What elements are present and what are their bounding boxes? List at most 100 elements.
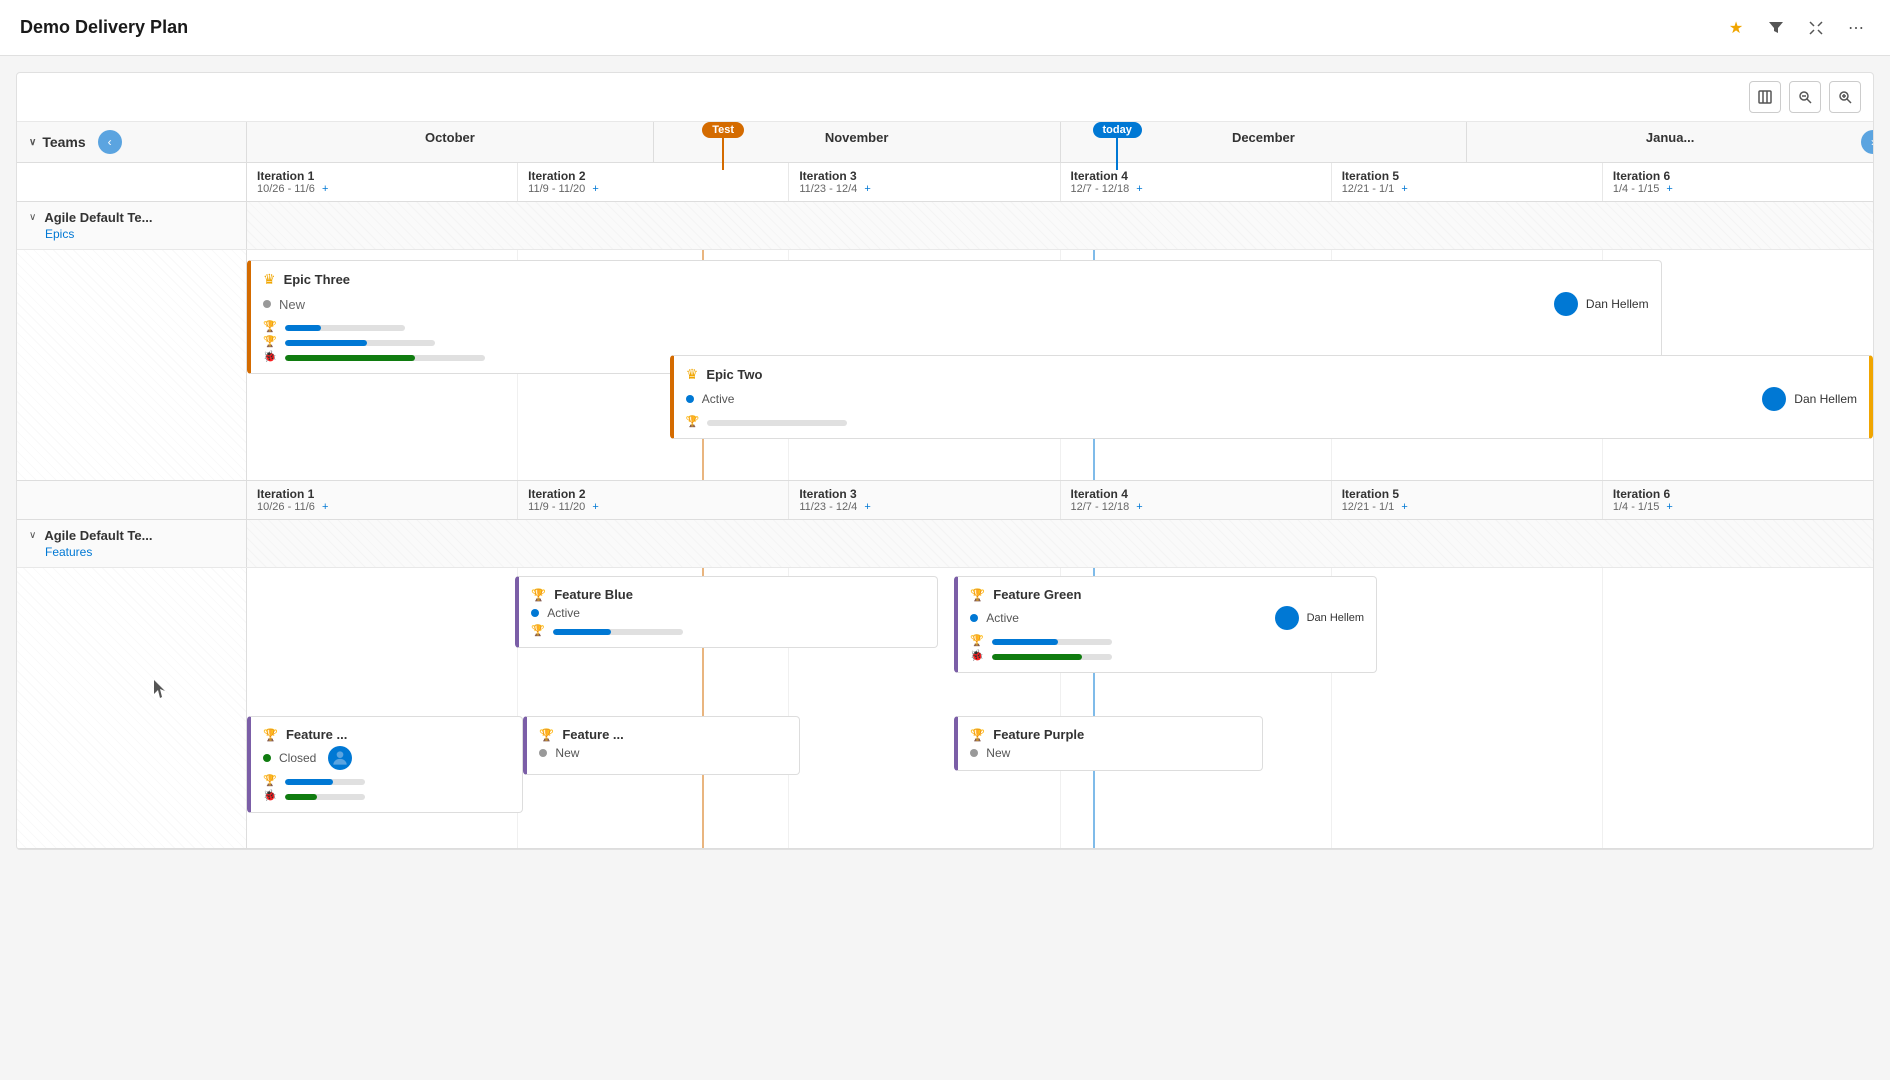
feature-blue-status: Active (547, 606, 580, 620)
team2-collapse-icon[interactable]: ∨ (29, 530, 36, 541)
team1-iter-3: Iteration 3 11/23 - 12/4 + (789, 163, 1060, 201)
trophy-icon-2: 🏆 (263, 335, 277, 348)
epic-three-status-row: New Dan Hellem (263, 292, 1649, 316)
fit-button[interactable] (1749, 81, 1781, 113)
star-icon[interactable]: ★ (1722, 14, 1750, 42)
t2-iter3-add[interactable]: + (864, 501, 870, 513)
iter1-dates: 10/26 - 11/6 + (257, 183, 507, 195)
feature-green-title: Feature Green (993, 587, 1081, 602)
epic-three-prog-3 (285, 355, 485, 361)
epic-two-avatar (1762, 387, 1786, 411)
t2-iter2-add[interactable]: + (592, 501, 598, 513)
feature-green-status: Active (986, 611, 1019, 625)
trophy-icon-3: 🏆 (686, 415, 700, 428)
feature-green-avatar (1275, 606, 1299, 630)
t2-iter6-add[interactable]: + (1666, 501, 1672, 513)
team2-type[interactable]: Features (29, 545, 234, 559)
fg-bar-2: 🐞 (970, 649, 1364, 662)
epic-two-status-row: Active Dan Hellem (686, 387, 1857, 411)
team2-iter-spacer (17, 481, 247, 519)
feature-blue-bars: 🏆 (531, 624, 925, 637)
fb-prog (553, 629, 683, 635)
header-actions: ★ ⋯ (1722, 14, 1870, 42)
t2-iter5-add[interactable]: + (1401, 501, 1407, 513)
zoom-out-button[interactable] (1789, 81, 1821, 113)
trophy-feat-5: 🏆 (970, 728, 985, 742)
fn2-title: Feature ... (562, 727, 623, 742)
fp-title: Feature Purple (993, 727, 1084, 742)
bug-icon-1: 🐞 (263, 350, 277, 363)
team1-type[interactable]: Epics (29, 227, 234, 241)
fp-status: New (986, 746, 1010, 760)
feature-blue-title: Feature Blue (554, 587, 633, 602)
epic-two-bars: 🏆 (686, 415, 1857, 428)
epic-three-status: New (279, 297, 305, 312)
trophy-icon-1: 🏆 (263, 320, 277, 333)
toolbar (17, 73, 1873, 122)
page-title: Demo Delivery Plan (20, 17, 188, 38)
feature-green-status-row: Active Dan Hellem (970, 606, 1364, 630)
fg-bug: 🐞 (970, 649, 984, 662)
team2-content: 🏆 Feature Blue Active 🏆 🏆 (17, 568, 1873, 849)
iter2-add[interactable]: + (592, 183, 598, 195)
team2-name-row: ∨ Agile Default Te... (29, 528, 234, 543)
iter1-add[interactable]: + (322, 183, 328, 195)
fg-status-dot (970, 614, 978, 622)
fg-trophy: 🏆 (970, 634, 984, 647)
feature-green-card[interactable]: 🏆 Feature Green Active Dan Hellem (954, 576, 1377, 673)
feature-blue-card[interactable]: 🏆 Feature Blue Active 🏆 (515, 576, 938, 648)
team2-iter-1: Iteration 1 10/26 - 11/6 + (247, 481, 518, 519)
fb-status-dot (531, 609, 539, 617)
more-options-icon[interactable]: ⋯ (1842, 14, 1870, 42)
epic-two-card[interactable]: ♛ Epic Two Active Dan Hellem (670, 355, 1873, 439)
epic-two-assignee: Dan Hellem (1794, 392, 1857, 406)
months-container: Test today October November December (247, 122, 1873, 162)
today-vline (1116, 138, 1118, 170)
fp-status-row: New (970, 746, 1250, 760)
month-october: October (247, 122, 654, 162)
feature-closed-card[interactable]: 🏆 Feature ... Closed 🏆 (247, 716, 523, 813)
iter6-add[interactable]: + (1666, 183, 1672, 195)
epic-two-title: Epic Two (706, 367, 762, 382)
team1-iter-6: Iteration 6 1/4 - 1/15 + (1603, 163, 1873, 201)
filter-icon[interactable] (1762, 14, 1790, 42)
crown-icon-1: ♛ (263, 271, 276, 288)
nav-prev-button[interactable]: ‹ (98, 130, 122, 154)
t2-iter4-add[interactable]: + (1136, 501, 1142, 513)
fg-bar-1: 🏆 (970, 634, 1364, 647)
fn2-status-row: New (539, 746, 786, 760)
feature-green-assignee: Dan Hellem (1307, 612, 1364, 624)
test-marker: Test (702, 122, 744, 170)
cursor-icon (154, 680, 166, 698)
collapse-icon[interactable] (1802, 14, 1830, 42)
team1-iter-5: Iteration 5 12/21 - 1/1 + (1332, 163, 1603, 201)
epic-three-title: Epic Three (284, 272, 350, 287)
fn2-status-dot (539, 749, 547, 757)
team1-content-right: ♛ Epic Three New Dan Hellem (247, 250, 1873, 480)
teams-collapse-icon[interactable]: ∨ (29, 137, 36, 148)
team1-content-left (17, 250, 247, 480)
team2-content-right: 🏆 Feature Blue Active 🏆 🏆 (247, 568, 1873, 848)
iter4-add[interactable]: + (1136, 183, 1142, 195)
fn2-status: New (555, 746, 579, 760)
team2-section-header: ∨ Agile Default Te... Features (17, 520, 1873, 568)
epic-two-status-dot (686, 395, 694, 403)
team1-collapse-icon[interactable]: ∨ (29, 212, 36, 223)
team1-iter-cells: Iteration 1 10/26 - 11/6 + Iteration 2 1… (247, 163, 1873, 201)
feature-new2-card[interactable]: 🏆 Feature ... New (523, 716, 799, 775)
cursor-area (17, 568, 246, 848)
epic-two-prog-1 (707, 420, 847, 426)
month-header-row: ∨ Teams ‹ Test today October (17, 122, 1873, 163)
t2-iter1-add[interactable]: + (322, 501, 328, 513)
iter3-add[interactable]: + (864, 183, 870, 195)
app-header: Demo Delivery Plan ★ ⋯ (0, 0, 1890, 56)
team1-label: ∨ Agile Default Te... Epics (17, 202, 247, 249)
nav-next-button[interactable]: › (1861, 130, 1873, 154)
epic-three-title-row: ♛ Epic Three (263, 271, 1649, 288)
zoom-in-button[interactable] (1829, 81, 1861, 113)
iter5-add[interactable]: + (1401, 183, 1407, 195)
plan-container: ∨ Teams ‹ Test today October (17, 122, 1873, 849)
epic-three-prog-2 (285, 340, 435, 346)
team2-iterations-header: Iteration 1 10/26 - 11/6 + Iteration 2 1… (17, 481, 1873, 520)
feature-purple-card[interactable]: 🏆 Feature Purple New (954, 716, 1263, 771)
